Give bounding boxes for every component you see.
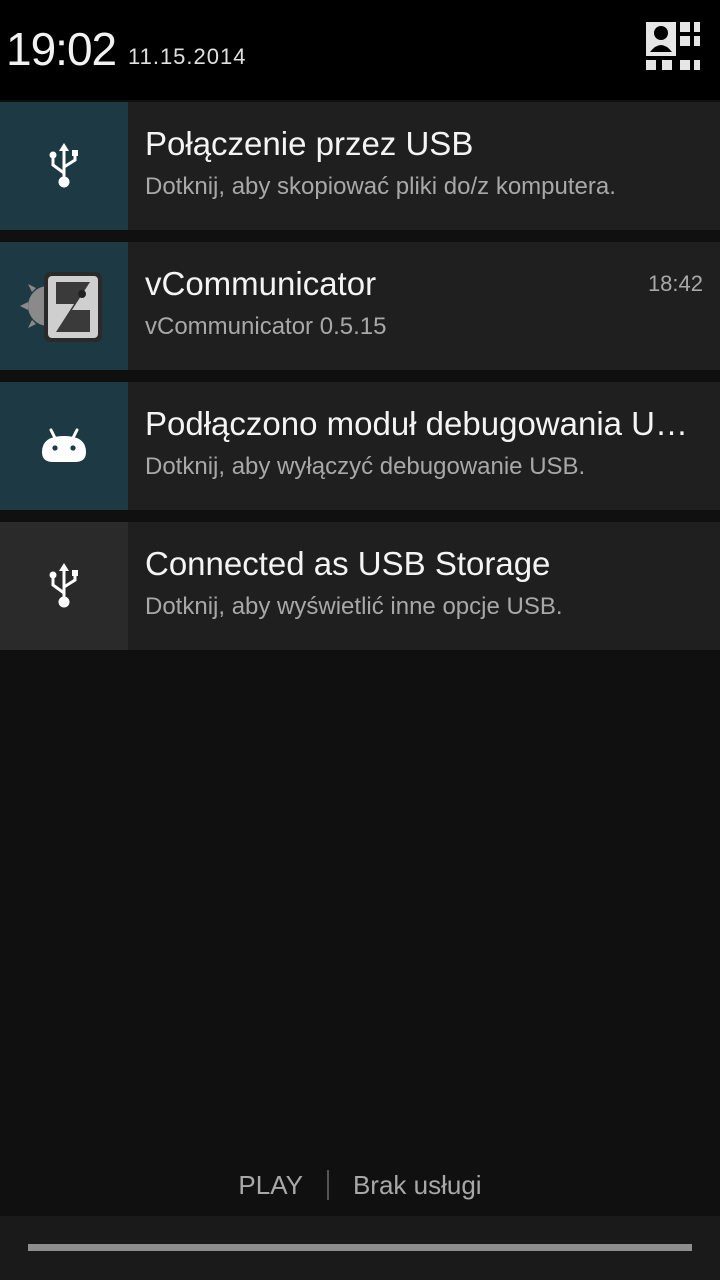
notification-header: 19:02 11.15.2014 (0, 0, 720, 100)
clock: 19:02 (6, 23, 117, 75)
notification-subtitle: Dotknij, aby wyświetlić inne opcje USB. (145, 593, 563, 620)
notification-usb-debugging[interactable]: Podłączono moduł debugowania USB Dotknij… (0, 382, 720, 510)
notification-subtitle: vCommunicator 0.5.15 (145, 313, 387, 340)
quick-settings-icon (646, 22, 700, 70)
notification-subtitle: Dotknij, aby skopiować pliki do/z komput… (145, 173, 616, 200)
notification-icon-box (0, 522, 128, 650)
notification-vcommunicator[interactable]: vCommunicator 18:42 vCommunicator 0.5.15 (0, 242, 720, 370)
notification-subtitle: Dotknij, aby wyłączyć debugowanie USB. (145, 453, 586, 480)
notification-usb-storage[interactable]: Connected as USB Storage Dotknij, aby wy… (0, 522, 720, 650)
notification-title: Connected as USB Storage (145, 545, 551, 582)
notification-usb-connection[interactable]: Połączenie przez USB Dotknij, aby skopio… (0, 102, 720, 230)
panel-bottom-bar (0, 1216, 720, 1280)
notification-title: Podłączono moduł debugowania USB (145, 405, 690, 442)
vcommunicator-app-icon (20, 272, 102, 342)
date[interactable]: 11.15.2014 (128, 44, 246, 70)
carrier-sim2: Brak usługi (352, 1169, 482, 1200)
notification-title: Połączenie przez USB (145, 125, 474, 162)
notification-time: 18:42 (647, 271, 703, 296)
carrier-divider (326, 1170, 329, 1200)
android-debug-icon (42, 428, 86, 462)
carrier-sim1: PLAY (238, 1169, 303, 1200)
notification-title: vCommunicator (145, 265, 377, 302)
carrier-label: PLAY Brak usługi (0, 1165, 720, 1205)
quick-settings-button[interactable] (642, 18, 702, 78)
notification-icon-box (0, 242, 128, 370)
notification-icon-box (0, 382, 128, 510)
drag-handle[interactable] (28, 1244, 692, 1251)
notification-icon-box (0, 102, 128, 230)
usb-icon (49, 143, 78, 188)
usb-icon (49, 563, 78, 608)
